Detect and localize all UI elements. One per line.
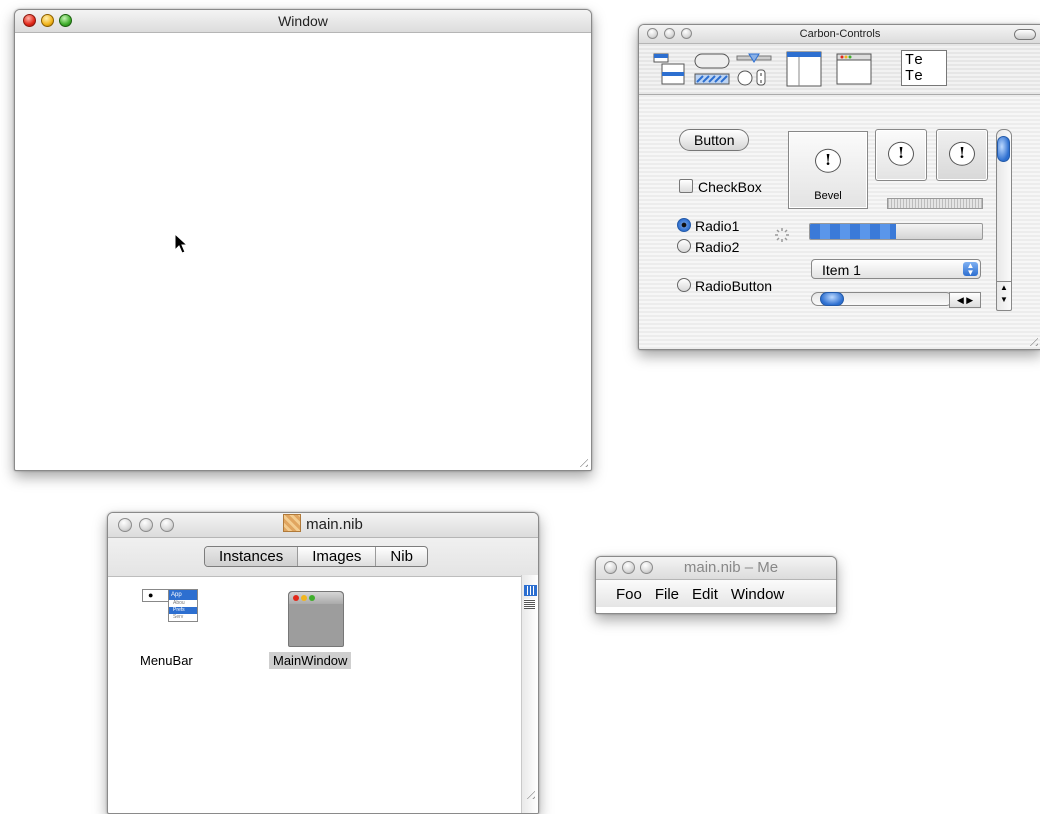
mini-title-bar [289,592,343,604]
menu-editor-window[interactable]: main.nib – Me Foo File Edit Window [595,556,837,614]
radio-button[interactable]: RadioButton [677,278,772,294]
nib-segmented-control: Instances Images Nib [204,546,428,567]
bevel-icon-toggle[interactable]: ! [936,129,988,181]
mouse-pointer-icon [174,233,189,254]
spinner-icon [775,228,789,242]
progress-fill [810,224,896,239]
close-button[interactable] [118,518,132,532]
palette-toolbar: Te Te [639,44,1040,95]
menu-editor-window-controls [604,561,653,574]
scroll-arrows-icon[interactable]: ◀ ▶ [949,292,981,308]
window-main[interactable]: Window [14,9,592,471]
menubar-instance[interactable]: ● App Abou Prefs Serv [138,587,198,645]
palette-title: Carbon-Controls [799,28,881,40]
indeterminate-progress-bar [887,198,983,209]
minimize-button[interactable] [41,14,54,27]
menu-item-window[interactable]: Window [731,586,784,607]
nib-window-controls [118,518,174,532]
icon-view-toggle-icon[interactable] [524,585,537,596]
radio-button-indicator[interactable] [677,278,691,292]
list-view-toggle-icon[interactable] [524,599,535,609]
zoom-button[interactable] [681,28,692,39]
resize-handle-icon[interactable] [1026,334,1038,346]
zoom-button[interactable] [59,14,72,27]
checkbox-label: CheckBox [698,179,762,195]
mainwindow-instance-icon[interactable] [288,591,344,647]
text-fields-palette-icon[interactable]: Te Te [901,50,947,86]
menu-editor-title: main.nib – Me [683,559,779,576]
palette-window-controls [647,28,692,39]
popup-value: Item 1 [822,262,861,278]
zoom-button[interactable] [160,518,174,532]
menu-item-edit[interactable]: Edit [692,586,718,607]
radio-2-label: Radio2 [695,239,740,255]
menu-editor-title-bar[interactable]: main.nib – Me [596,557,836,580]
menu-bar-row: Foo File Edit Window [596,580,836,607]
resize-handle-icon[interactable] [576,455,588,467]
close-button[interactable] [604,561,617,574]
menubar-label: MenuBar [140,653,193,668]
zoom-button[interactable] [640,561,653,574]
checkbox-box[interactable] [679,179,693,193]
nib-title-bar[interactable]: main.nib [108,513,538,538]
close-button[interactable] [647,28,658,39]
alert-icon: ! [815,149,841,174]
nib-tab-bar: Instances Images Nib [108,538,538,577]
push-button[interactable]: Button [679,129,750,151]
popup-arrows-icon: ▲ ▼ [963,262,978,277]
nib-vertical-scrollbar[interactable] [521,575,538,813]
nib-title: main.nib [306,516,363,533]
bevel-button[interactable]: ! Bevel [788,131,868,209]
radio-2[interactable]: Radio2 [677,239,739,255]
radio-button-label: RadioButton [695,278,773,294]
carbon-controls-palette[interactable]: Carbon-Controls Te Te Button CheckBox Ra… [638,24,1040,350]
radio-1-label: Radio1 [695,218,740,234]
checkbox[interactable]: CheckBox [679,179,762,195]
progress-bar [809,223,983,240]
menu-item-file[interactable]: File [655,586,679,607]
nib-file-icon [283,514,302,532]
window-title-bar[interactable]: Window [15,10,591,33]
minimize-button[interactable] [139,518,153,532]
tab-images[interactable]: Images [298,547,377,566]
toolbar-toggle-button[interactable] [1014,29,1036,40]
apple-menu-icon: ● [142,589,170,602]
alert-icon: ! [949,141,975,166]
menubar-preview: App Abou Prefs Serv [168,589,198,622]
vertical-scrollbar[interactable]: ▲ ▼ [996,129,1012,311]
bevel-icon-button[interactable]: ! [875,129,927,181]
radio-1-indicator[interactable] [677,218,691,232]
bevel-label: Bevel [814,190,842,202]
tab-instances[interactable]: Instances [205,547,299,566]
vertical-scroll-arrows-icon[interactable]: ▲ ▼ [997,281,1011,310]
minimize-button[interactable] [622,561,635,574]
nib-document-window[interactable]: main.nib Instances Images Nib ● App Abou… [107,512,539,814]
text-controls-palette-icon[interactable] [735,50,773,88]
popup-menu[interactable]: Item 1 ▲ ▼ [811,259,981,279]
palette-title-bar[interactable]: Carbon-Controls [639,25,1040,44]
horizontal-scrollbar[interactable] [811,292,953,306]
window-title: Window [278,13,328,29]
close-button[interactable] [23,14,36,27]
controls-palette-icon[interactable] [693,50,731,88]
alert-icon: ! [888,141,914,166]
tab-nib[interactable]: Nib [376,547,427,566]
radio-2-indicator[interactable] [677,239,691,253]
window-controls [23,14,72,27]
vertical-scroll-thumb[interactable] [997,136,1010,162]
menus-palette-icon[interactable] [651,50,689,88]
windows-palette-icon[interactable] [835,50,873,88]
menu-item-foo[interactable]: Foo [616,586,642,607]
radio-1[interactable]: Radio1 [677,218,739,234]
data-views-palette-icon[interactable] [785,50,823,88]
mainwindow-label[interactable]: MainWindow [269,652,352,669]
scroll-thumb[interactable] [820,292,844,306]
minimize-button[interactable] [664,28,675,39]
